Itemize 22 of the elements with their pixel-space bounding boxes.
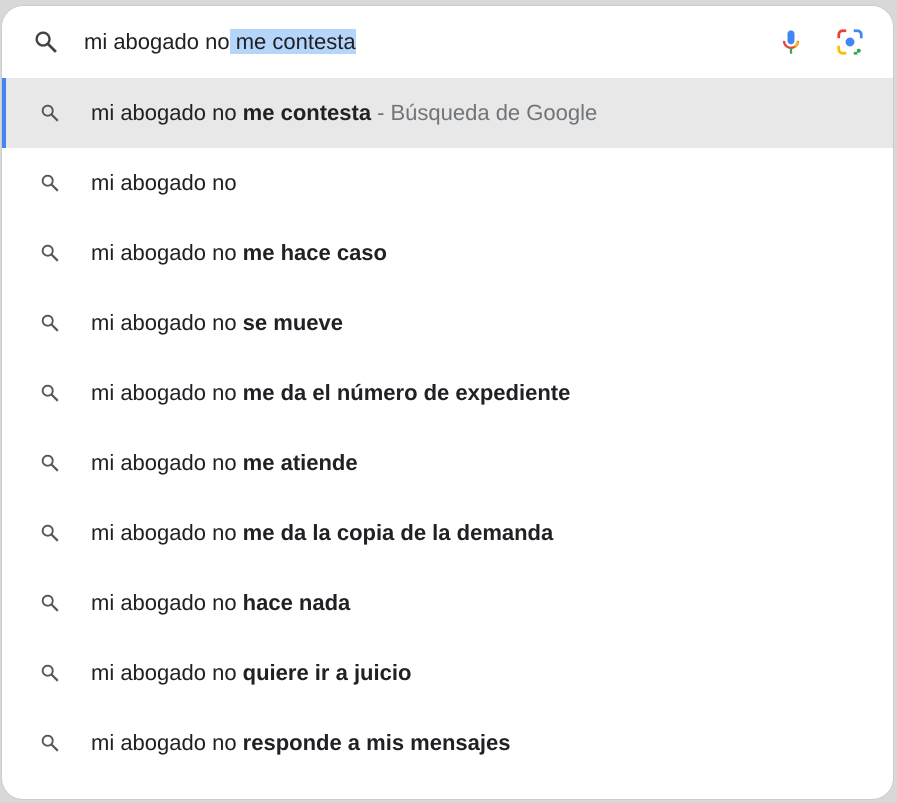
suggestion-text: mi abogado no responde a mis mensajes <box>91 730 510 756</box>
suggestion-item[interactable]: mi abogado no me hace caso <box>2 218 893 288</box>
suggestion-item[interactable]: mi abogado no hace nada <box>2 568 893 638</box>
suggestion-item[interactable]: mi abogado no se mueve <box>2 288 893 358</box>
suggestion-text: mi abogado no quiere ir a juicio <box>91 660 412 686</box>
suggestion-item[interactable]: mi abogado no me contesta - Búsqueda de Google <box>2 78 893 148</box>
suggestion-item[interactable]: mi abogado no me da la copia de la demanda <box>2 498 893 568</box>
suggestion-text: mi abogado no hace nada <box>91 590 350 616</box>
suggestion-text: mi abogado no se mueve <box>91 310 343 336</box>
suggestion-text: mi abogado no me da el número de expediente <box>91 380 570 406</box>
search-field[interactable]: mi abogado no me contesta <box>84 29 777 55</box>
suggestion-item[interactable]: mi abogado no quiere ir a juicio <box>2 638 893 708</box>
suggestion-item[interactable]: mi abogado no me da el número de expediente <box>2 358 893 428</box>
suggestion-text: mi abogado no me hace caso <box>91 240 387 266</box>
suggestion-text: mi abogado no me contesta <box>91 100 372 126</box>
suggestion-source: - Búsqueda de Google <box>377 100 598 126</box>
suggestion-text: mi abogado no me atiende <box>91 450 358 476</box>
suggestion-text: mi abogado no <box>91 170 237 196</box>
suggestion-text: mi abogado no me da la copia de la demanda <box>91 520 554 546</box>
suggestion-item[interactable]: mi abogado no responde a mis mensajes <box>2 708 893 778</box>
suggestion-item[interactable]: mi abogado no <box>2 148 893 218</box>
suggestion-item[interactable]: mi abogado no me atiende <box>2 428 893 498</box>
